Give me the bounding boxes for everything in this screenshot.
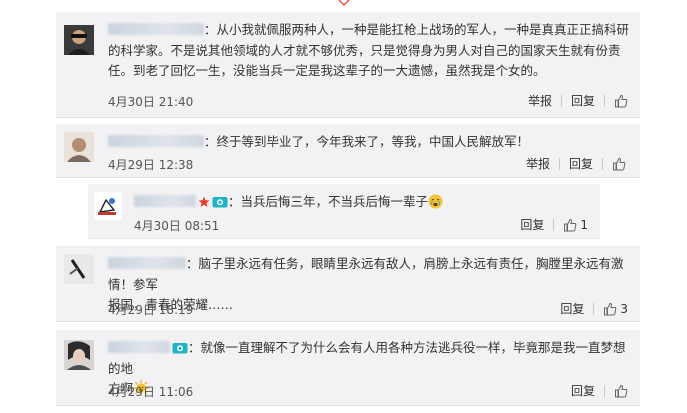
like-button[interactable] (605, 384, 628, 398)
username-blurred[interactable] (108, 135, 204, 147)
thumbs-up-icon (564, 218, 577, 231)
comment-text: 终于等到毕业了，今年我来了，等我，中国人民解放军！ (216, 134, 530, 149)
username-blurred[interactable] (134, 195, 196, 207)
comment-item: ：从小我就佩服两种人，一种是能扛枪上战场的军人，一种是真真正正搞科研的科学家。不… (56, 12, 640, 118)
comment-actions: 回复 1 (511, 216, 588, 233)
camera-badge-icon (172, 343, 188, 354)
like-button[interactable]: 1 (554, 218, 588, 232)
username-blurred[interactable] (108, 341, 170, 353)
username-blurred[interactable] (108, 257, 186, 269)
comment-item-reply: ：当兵后悔三年，不当兵后悔一辈子 4月30日 08:51 回复 1 (88, 184, 600, 239)
comment-item: ：终于等到毕业了，今年我来了，等我，中国人民解放军！ 4月29日 12:38 举… (56, 124, 640, 178)
comment-actions: 举报 回复 (517, 155, 626, 172)
reply-button[interactable]: 回复 (562, 92, 604, 109)
comment-time: 4月30日 21:40 (108, 95, 194, 109)
like-count: 1 (580, 217, 588, 232)
avatar[interactable] (94, 192, 122, 220)
avatar[interactable] (64, 340, 94, 370)
like-button[interactable] (603, 157, 626, 171)
comment-body: ：当兵后悔三年，不当兵后悔一辈子 (134, 192, 594, 213)
comment-actions: 举报 回复 (519, 92, 628, 109)
reply-button[interactable]: 回复 (511, 216, 553, 233)
report-button[interactable]: 举报 (517, 155, 559, 172)
reply-button[interactable]: 回复 (551, 300, 593, 317)
crying-face-icon (428, 194, 443, 209)
thumbs-up-icon (615, 94, 628, 107)
camera-badge-icon (212, 197, 228, 208)
reply-button[interactable]: 回复 (562, 382, 604, 399)
report-button[interactable]: 举报 (519, 92, 561, 109)
like-button[interactable]: 3 (594, 302, 628, 316)
comment-time: 4月29日 11:06 (108, 385, 194, 399)
reply-button[interactable]: 回复 (560, 155, 602, 172)
comment-actions: 回复 (562, 382, 628, 399)
thumbs-up-icon (613, 157, 626, 170)
username-blurred[interactable] (108, 23, 204, 35)
thumbs-up-icon (615, 384, 628, 397)
comment-item: ：脑子里永远有任务，眼睛里永远有敌人，肩膀上永远有责任，胸膛里永远有激情！参军 … (56, 246, 640, 322)
comment-text: 当兵后悔三年，不当兵后悔一辈子 (240, 194, 429, 209)
comment-time: 4月29日 12:38 (108, 158, 194, 172)
star-badge-icon (198, 196, 210, 207)
comment-body: ：从小我就佩服两种人，一种是能扛枪上战场的军人，一种是真真正正搞科研的科学家。不… (108, 22, 630, 78)
avatar[interactable] (64, 25, 94, 55)
chevron-down-icon (338, 0, 350, 6)
avatar[interactable] (64, 132, 94, 162)
comment-item: ：就像一直理解不了为什么会有人用各种方法逃兵役一样，毕竟那是我一直梦想的地 方啊… (56, 330, 640, 406)
comment-time: 4月30日 08:51 (134, 219, 220, 233)
like-count: 3 (620, 301, 628, 316)
thumbs-up-icon (604, 302, 617, 315)
avatar[interactable] (64, 254, 94, 284)
comment-time: 4月29日 18:19 (108, 303, 194, 317)
comment-body: ：终于等到毕业了，今年我来了，等我，中国人民解放军！ (108, 132, 636, 153)
comment-actions: 回复 3 (551, 300, 628, 317)
like-button[interactable] (605, 94, 628, 108)
